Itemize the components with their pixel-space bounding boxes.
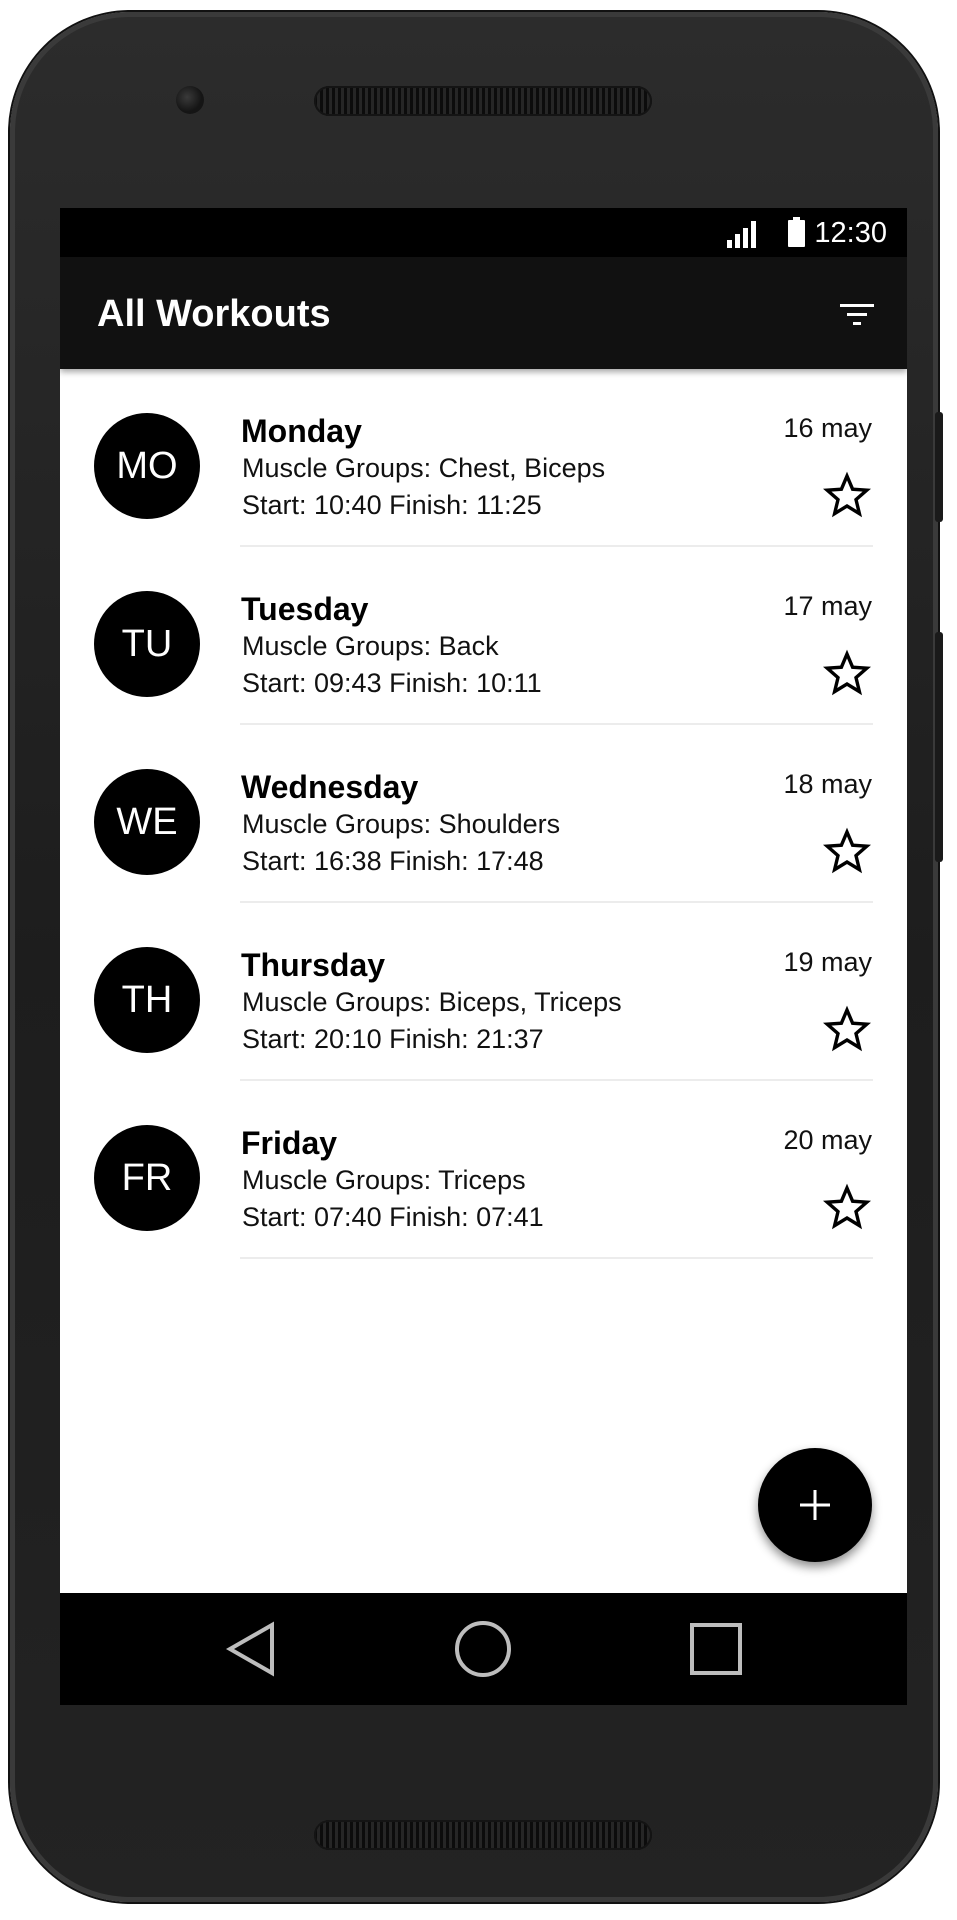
workout-muscle-groups: Muscle Groups: Shoulders (242, 809, 561, 839)
filter-button[interactable] (837, 294, 877, 334)
workout-times: Start: 07:40 Finish: 07:41 (242, 1202, 544, 1232)
star-icon[interactable] (823, 471, 871, 519)
star-icon[interactable] (823, 1005, 871, 1053)
workout-muscle-groups: Muscle Groups: Triceps (242, 1165, 526, 1195)
workout-day: Tuesday (241, 591, 369, 627)
workout-times: Start: 10:40 Finish: 11:25 (242, 490, 542, 520)
battery-icon (788, 217, 805, 247)
screen: 12:30 All Workouts MO Monday Muscle Grou… (60, 208, 907, 1705)
workout-row-wednesday[interactable]: WE Wednesday Muscle Groups: Shoulders St… (60, 725, 907, 903)
star-icon[interactable] (823, 649, 871, 697)
power-button (935, 632, 943, 862)
avatar: TH (94, 947, 200, 1053)
star-icon[interactable] (823, 1183, 871, 1231)
avatar: TU (94, 591, 200, 697)
star-icon[interactable] (823, 827, 871, 875)
front-camera (176, 86, 204, 114)
workout-date: 16 may (783, 413, 872, 443)
workout-muscle-groups: Muscle Groups: Chest, Biceps (242, 453, 606, 483)
home-button[interactable] (451, 1617, 515, 1681)
workout-row-monday[interactable]: MO Monday Muscle Groups: Chest, Biceps S… (60, 369, 907, 547)
workout-date: 18 may (783, 769, 872, 799)
workout-day: Wednesday (241, 769, 419, 805)
phone-frame: 12:30 All Workouts MO Monday Muscle Grou… (10, 12, 943, 1902)
back-button[interactable] (218, 1617, 282, 1681)
workout-day: Thursday (241, 947, 386, 983)
status-time: 12:30 (814, 217, 887, 249)
workout-day: Friday (241, 1125, 338, 1161)
workout-day: Monday (241, 413, 362, 449)
page-title: All Workouts (97, 293, 331, 335)
avatar: MO (94, 413, 200, 519)
workout-muscle-groups: Muscle Groups: Back (242, 631, 499, 661)
volume-button (935, 412, 943, 522)
workout-times: Start: 09:43 Finish: 10:11 (242, 668, 542, 698)
avatar: WE (94, 769, 200, 875)
bottom-speaker (314, 1820, 652, 1850)
workout-times: Start: 16:38 Finish: 17:48 (242, 846, 544, 876)
workout-date: 20 may (783, 1125, 872, 1155)
workout-times: Start: 20:10 Finish: 21:37 (242, 1024, 544, 1054)
divider (240, 1257, 873, 1259)
avatar: FR (94, 1125, 200, 1231)
filter-icon (840, 304, 874, 325)
system-nav-bar (60, 1593, 907, 1705)
cell-signal-icon (727, 220, 759, 253)
app-bar: All Workouts (60, 257, 907, 369)
back-triangle-icon (225, 1621, 274, 1677)
workout-row-tuesday[interactable]: TU Tuesday Muscle Groups: Back Start: 09… (60, 547, 907, 725)
workout-row-friday[interactable]: FR Friday Muscle Groups: Triceps Start: … (60, 1081, 907, 1259)
home-circle-icon (455, 1621, 511, 1677)
workout-muscle-groups: Muscle Groups: Biceps, Triceps (242, 987, 622, 1017)
earpiece-speaker (314, 86, 652, 116)
recents-square-icon (690, 1623, 742, 1675)
workout-row-thursday[interactable]: TH Thursday Muscle Groups: Biceps, Trice… (60, 903, 907, 1081)
recents-button[interactable] (684, 1617, 748, 1681)
status-bar: 12:30 (60, 208, 907, 257)
workout-date: 19 may (783, 947, 872, 977)
workout-date: 17 may (783, 591, 872, 621)
plus-icon (800, 1490, 830, 1520)
add-workout-button[interactable] (758, 1448, 872, 1562)
